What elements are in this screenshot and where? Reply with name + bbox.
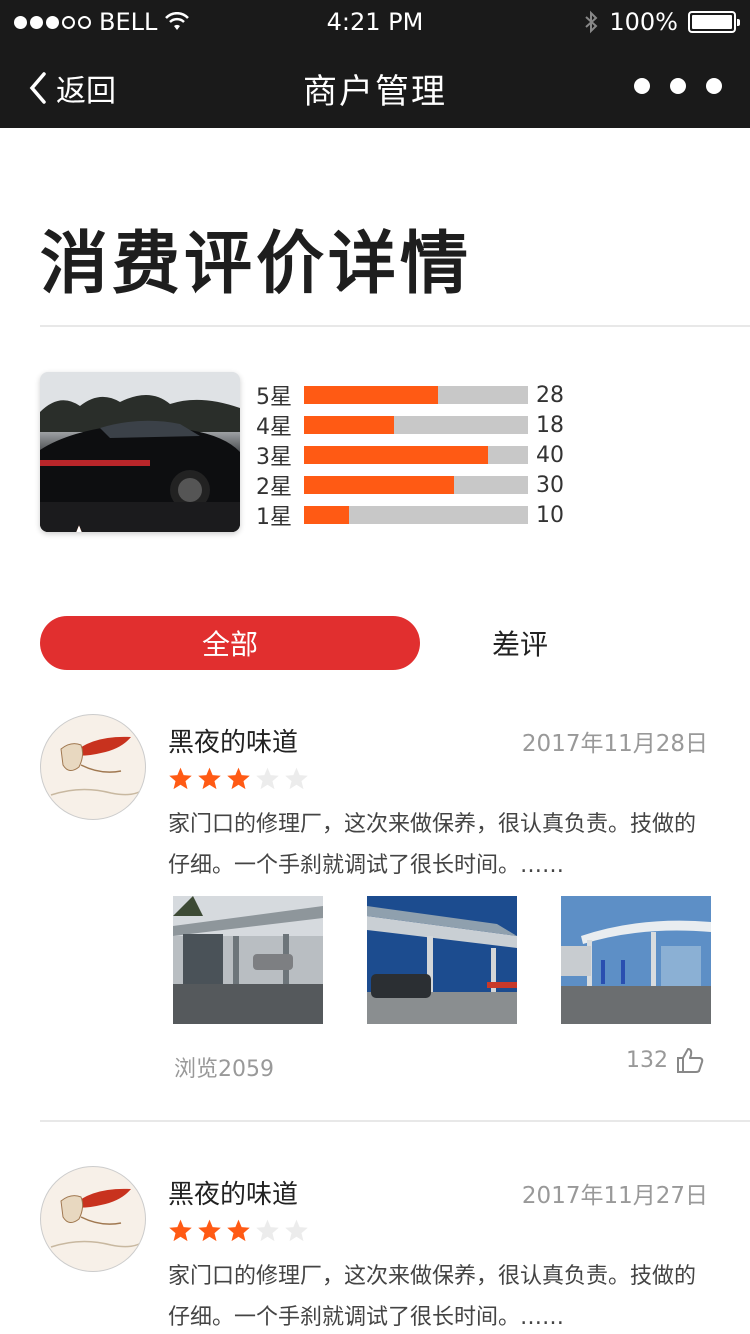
rating-bar-fill bbox=[304, 386, 439, 404]
rating-row: 4星 18 bbox=[256, 410, 586, 441]
rating-count: 28 bbox=[536, 382, 564, 408]
star-empty-icon bbox=[76, 525, 82, 532]
rating-bar-fill bbox=[304, 506, 349, 524]
rating-bar bbox=[304, 476, 528, 494]
rating-label: 1星 bbox=[256, 505, 292, 530]
rating-bar bbox=[304, 446, 528, 464]
nav-bar: 返回 商户管理 bbox=[0, 44, 750, 128]
rating-breakdown: 5星 28 4星 18 3星 40 2星 30 1星 10 bbox=[256, 380, 586, 531]
thumbs-up-icon bbox=[677, 1048, 704, 1073]
rating-label: 3星 bbox=[256, 445, 292, 470]
review-photo[interactable] bbox=[367, 896, 517, 1024]
rating-count: 40 bbox=[536, 442, 564, 468]
rating-count: 10 bbox=[536, 502, 564, 528]
rating-label: 2星 bbox=[256, 475, 292, 500]
review-date: 2017年11月28日 bbox=[521, 731, 708, 757]
review-photo[interactable] bbox=[173, 896, 323, 1024]
battery-percent: 100% bbox=[609, 8, 678, 36]
avatar[interactable] bbox=[40, 1166, 146, 1272]
star-empty-icon bbox=[285, 767, 308, 790]
review-date: 2017年11月27日 bbox=[521, 1183, 708, 1209]
car-image bbox=[40, 372, 240, 532]
divider bbox=[40, 1120, 750, 1122]
rating-row: 1星 10 bbox=[256, 500, 586, 531]
status-right: 100% bbox=[583, 8, 740, 36]
review-star-rating bbox=[168, 1218, 309, 1243]
tab-all[interactable]: 全部 bbox=[40, 616, 420, 670]
view-count: 浏览2059 bbox=[174, 1057, 274, 1082]
shop-thumbnail bbox=[40, 372, 240, 532]
rating-bar-fill bbox=[304, 446, 488, 464]
rating-row: 5星 28 bbox=[256, 380, 586, 411]
tab-bad-reviews[interactable]: 差评 bbox=[440, 616, 600, 670]
rating-bar bbox=[304, 416, 528, 434]
star-filled-icon bbox=[198, 1219, 221, 1242]
review-text: 家门口的修理厂，这次来做保养，很认真负责。技做的仔细。一个手刹就调试了很长时间。… bbox=[168, 1264, 697, 1330]
star-filled-icon bbox=[227, 767, 250, 790]
rating-count: 30 bbox=[536, 472, 564, 498]
bluetooth-icon bbox=[585, 10, 598, 34]
avatar[interactable] bbox=[40, 714, 146, 820]
like-count: 132 bbox=[626, 1047, 668, 1073]
rating-bar bbox=[304, 506, 528, 524]
star-filled-icon bbox=[169, 1219, 192, 1242]
star-empty-icon bbox=[256, 1219, 279, 1242]
battery-icon bbox=[688, 11, 740, 33]
rating-bar bbox=[304, 386, 528, 404]
review-text: 家门口的修理厂，这次来做保养，很认真负责。技做的仔细。一个手刹就调试了很长时间。… bbox=[168, 812, 697, 878]
star-filled-icon bbox=[227, 1219, 250, 1242]
rating-label: 5星 bbox=[256, 385, 292, 410]
star-filled-icon bbox=[169, 767, 192, 790]
review-photos bbox=[173, 896, 711, 1024]
page-title: 消费评价详情 bbox=[40, 225, 473, 304]
review-star-rating bbox=[168, 766, 309, 791]
reviewer-name: 黑夜的味道 bbox=[168, 1180, 299, 1210]
star-empty-icon bbox=[256, 767, 279, 790]
rating-row: 2星 30 bbox=[256, 470, 586, 501]
rating-bar-fill bbox=[304, 476, 455, 494]
review-photo[interactable] bbox=[561, 896, 711, 1024]
star-filled-icon bbox=[198, 767, 221, 790]
reviewer-name: 黑夜的味道 bbox=[168, 728, 299, 758]
divider bbox=[40, 325, 750, 327]
rating-bar-fill bbox=[304, 416, 394, 434]
status-bar: BELL 4:21 PM 100% bbox=[0, 0, 750, 44]
like-button[interactable]: 132 bbox=[626, 1046, 704, 1074]
more-menu-icon[interactable] bbox=[634, 78, 722, 94]
rating-count: 18 bbox=[536, 412, 564, 438]
rating-row: 3星 40 bbox=[256, 440, 586, 471]
star-empty-icon bbox=[285, 1219, 308, 1242]
rating-label: 4星 bbox=[256, 415, 292, 440]
